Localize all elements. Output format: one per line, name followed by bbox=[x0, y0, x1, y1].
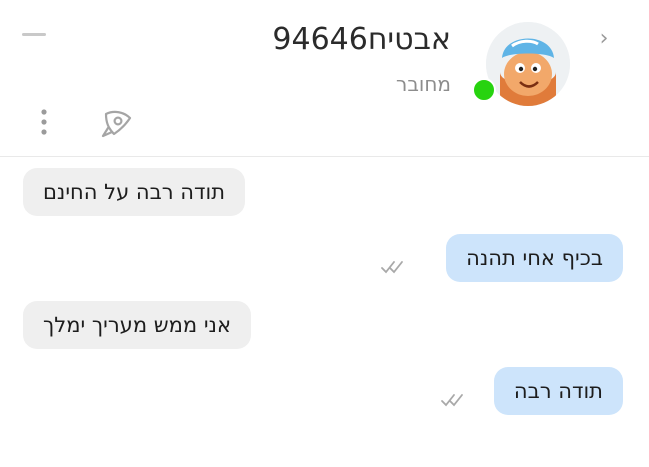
double-check-icon bbox=[440, 392, 468, 408]
message-bubble-outgoing: תודה רבה bbox=[493, 367, 623, 415]
message-bubble-incoming: תודה רבה על החינם bbox=[23, 168, 246, 216]
chevron-right-icon[interactable]: › bbox=[594, 27, 614, 51]
chat-header: אבטיח94646 מחובר › bbox=[0, 0, 649, 157]
double-check-icon bbox=[380, 259, 408, 275]
message-bubble-incoming: אני ממש מעריך ימלך bbox=[23, 301, 251, 349]
message-text: תודה רבה bbox=[513, 379, 603, 403]
online-status-dot bbox=[472, 78, 496, 102]
avatar[interactable] bbox=[486, 22, 570, 106]
contact-status: מחובר bbox=[396, 72, 451, 96]
message-text: תודה רבה על החינם bbox=[43, 180, 226, 204]
more-vertical-icon[interactable] bbox=[36, 108, 52, 136]
rocket-icon[interactable] bbox=[98, 104, 136, 142]
message-list: תודה רבה על החינם בכיף אחי תהנה אני ממש … bbox=[0, 158, 649, 467]
contact-name: אבטיח94646 bbox=[272, 22, 451, 57]
message-bubble-outgoing: בכיף אחי תהנה bbox=[446, 234, 623, 282]
message-text: אני ממש מעריך ימלך bbox=[43, 313, 231, 337]
message-text: בכיף אחי תהנה bbox=[466, 246, 603, 270]
minimize-icon[interactable] bbox=[22, 33, 46, 36]
